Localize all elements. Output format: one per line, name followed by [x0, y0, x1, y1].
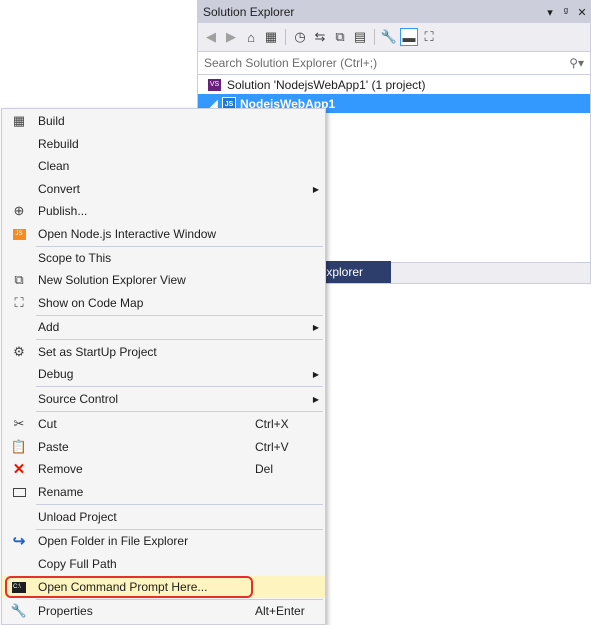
tree-item-solution[interactable]: VS Solution 'NodejsWebApp1' (1 project) [198, 75, 590, 94]
search-box[interactable]: Search Solution Explorer (Ctrl+;) ⚲▾ [198, 52, 590, 75]
menu-item-build[interactable]: ▦ Build [2, 110, 325, 132]
build-icon: ▦ [12, 113, 26, 128]
menu-item-source-control[interactable]: Source Control ▶ [2, 388, 325, 410]
menu-item-publish[interactable]: ⊕ Publish... [2, 200, 325, 222]
menu-item-scope-to-this[interactable]: Scope to This [2, 247, 325, 269]
switch-views-icon[interactable]: ▦ [262, 28, 280, 46]
menu-label: Copy Full Path [38, 557, 117, 571]
solution-icon: VS [208, 78, 221, 91]
paste-icon: 📋 [10, 439, 28, 454]
menu-label: Set as StartUp Project [38, 345, 157, 359]
menu-label: New Solution Explorer View [38, 273, 186, 287]
solution-explorer-toolbar: ◀ ▶ ⌂ ▦ ◷ ⇆ ⧉ ▤ 🔧 ▬ ⛶ [198, 23, 590, 52]
menu-item-rename[interactable]: Rename [2, 481, 325, 503]
menu-separator [36, 339, 323, 340]
close-icon[interactable]: ✕ [574, 6, 590, 19]
menu-label: Source Control [38, 392, 119, 406]
rename-icon [2, 487, 36, 497]
menu-item-remove[interactable]: ✕ Remove Del [2, 458, 325, 480]
nodejs-icon: JS [2, 228, 36, 240]
menu-label: Convert [38, 182, 81, 196]
menu-label: Paste [38, 440, 69, 454]
menu-label: Publish... [38, 204, 88, 218]
collapse-all-icon[interactable]: ⧉ [331, 28, 349, 46]
menu-label: Unload Project [38, 510, 117, 524]
menu-label: Rename [38, 485, 84, 499]
menu-label: Cut [38, 417, 57, 431]
menu-separator [36, 386, 323, 387]
solution-label: Solution 'NodejsWebApp1' (1 project) [227, 77, 426, 92]
new-view-icon: ⧉ [14, 272, 24, 287]
menu-label: Debug [38, 367, 74, 381]
menu-item-rebuild[interactable]: Rebuild [2, 133, 325, 155]
menu-label: Scope to This [38, 251, 112, 265]
submenu-arrow-icon: ▶ [312, 394, 320, 404]
shortcut-text: Ctrl+V [255, 440, 289, 454]
solution-explorer-title: Solution Explorer [203, 5, 295, 19]
menu-label: Clean [38, 159, 70, 173]
scissors-icon: ✂ [13, 416, 25, 431]
menu-item-properties[interactable]: 🔧 Properties Alt+Enter [2, 600, 325, 622]
menu-item-cut[interactable]: ✂ Cut Ctrl+X [2, 413, 325, 435]
code-map-toolbar-icon[interactable]: ⛶ [420, 28, 438, 46]
open-folder-icon: ↪ [12, 533, 26, 550]
menu-separator [36, 411, 323, 412]
submenu-arrow-icon: ▶ [312, 369, 320, 379]
pending-changes-icon[interactable]: ◷ [291, 28, 309, 46]
home-icon[interactable]: ⌂ [242, 28, 260, 46]
properties-wrench-icon[interactable]: 🔧 [380, 28, 398, 46]
menu-label: Rebuild [38, 137, 79, 151]
shortcut-text: Ctrl+X [255, 417, 289, 431]
menu-label: Open Folder in File Explorer [38, 534, 189, 548]
menu-item-unload-project[interactable]: Unload Project [2, 506, 325, 528]
menu-item-copy-full-path[interactable]: Copy Full Path [2, 553, 325, 575]
menu-separator [36, 504, 323, 505]
menu-label: Build [38, 114, 65, 128]
shortcut-text: Del [255, 462, 274, 476]
menu-item-add[interactable]: Add ▶ [2, 316, 325, 338]
menu-item-open-folder[interactable]: ↪ Open Folder in File Explorer [2, 530, 325, 552]
menu-item-nodejs-interactive[interactable]: JS Open Node.js Interactive Window [2, 223, 325, 245]
sync-icon[interactable]: ⇆ [311, 28, 329, 46]
toolbar-divider [285, 29, 286, 45]
wrench-icon: 🔧 [10, 603, 28, 618]
show-all-files-icon[interactable]: ▤ [351, 28, 369, 46]
submenu-arrow-icon: ▶ [312, 322, 320, 332]
menu-label: Add [38, 320, 60, 334]
command-prompt-icon: C:\ [2, 581, 36, 593]
menu-label: Open Node.js Interactive Window [38, 227, 217, 241]
solution-explorer-titlebar: Solution Explorer ▾ ᵍ ✕ [198, 1, 590, 23]
dropdown-icon[interactable]: ▾ [542, 6, 558, 19]
menu-label: Open Command Prompt Here... [38, 580, 208, 594]
menu-item-show-on-code-map[interactable]: ⛶ Show on Code Map [2, 292, 325, 314]
menu-item-open-command-prompt[interactable]: C:\ Open Command Prompt Here... [2, 576, 325, 598]
menu-item-clean[interactable]: Clean [2, 155, 325, 177]
menu-label: Remove [38, 462, 83, 476]
preview-icon[interactable]: ▬ [400, 28, 418, 46]
menu-label: Properties [38, 604, 93, 618]
menu-item-set-startup[interactable]: ⚙ Set as StartUp Project [2, 341, 325, 363]
gear-icon: ⚙ [13, 344, 25, 359]
menu-item-new-solution-explorer-view[interactable]: ⧉ New Solution Explorer View [2, 269, 325, 291]
menu-item-debug[interactable]: Debug ▶ [2, 363, 325, 385]
search-input[interactable]: Search Solution Explorer (Ctrl+;) [204, 56, 569, 70]
publish-icon: ⊕ [13, 203, 25, 218]
search-icon[interactable]: ⚲▾ [569, 56, 584, 70]
code-map-icon: ⛶ [14, 295, 24, 310]
menu-item-convert[interactable]: Convert ▶ [2, 178, 325, 200]
toolbar-divider [374, 29, 375, 45]
menu-item-paste[interactable]: 📋 Paste Ctrl+V [2, 436, 325, 458]
remove-icon: ✕ [12, 461, 26, 478]
menu-label: Show on Code Map [38, 296, 144, 310]
pin-icon[interactable]: ᵍ [558, 6, 574, 18]
back-icon[interactable]: ◀ [202, 28, 220, 46]
submenu-arrow-icon: ▶ [312, 184, 320, 194]
forward-icon[interactable]: ▶ [222, 28, 240, 46]
shortcut-text: Alt+Enter [255, 604, 305, 618]
context-menu: ▦ Build Rebuild Clean Convert ▶ ⊕ Publis… [1, 108, 326, 625]
